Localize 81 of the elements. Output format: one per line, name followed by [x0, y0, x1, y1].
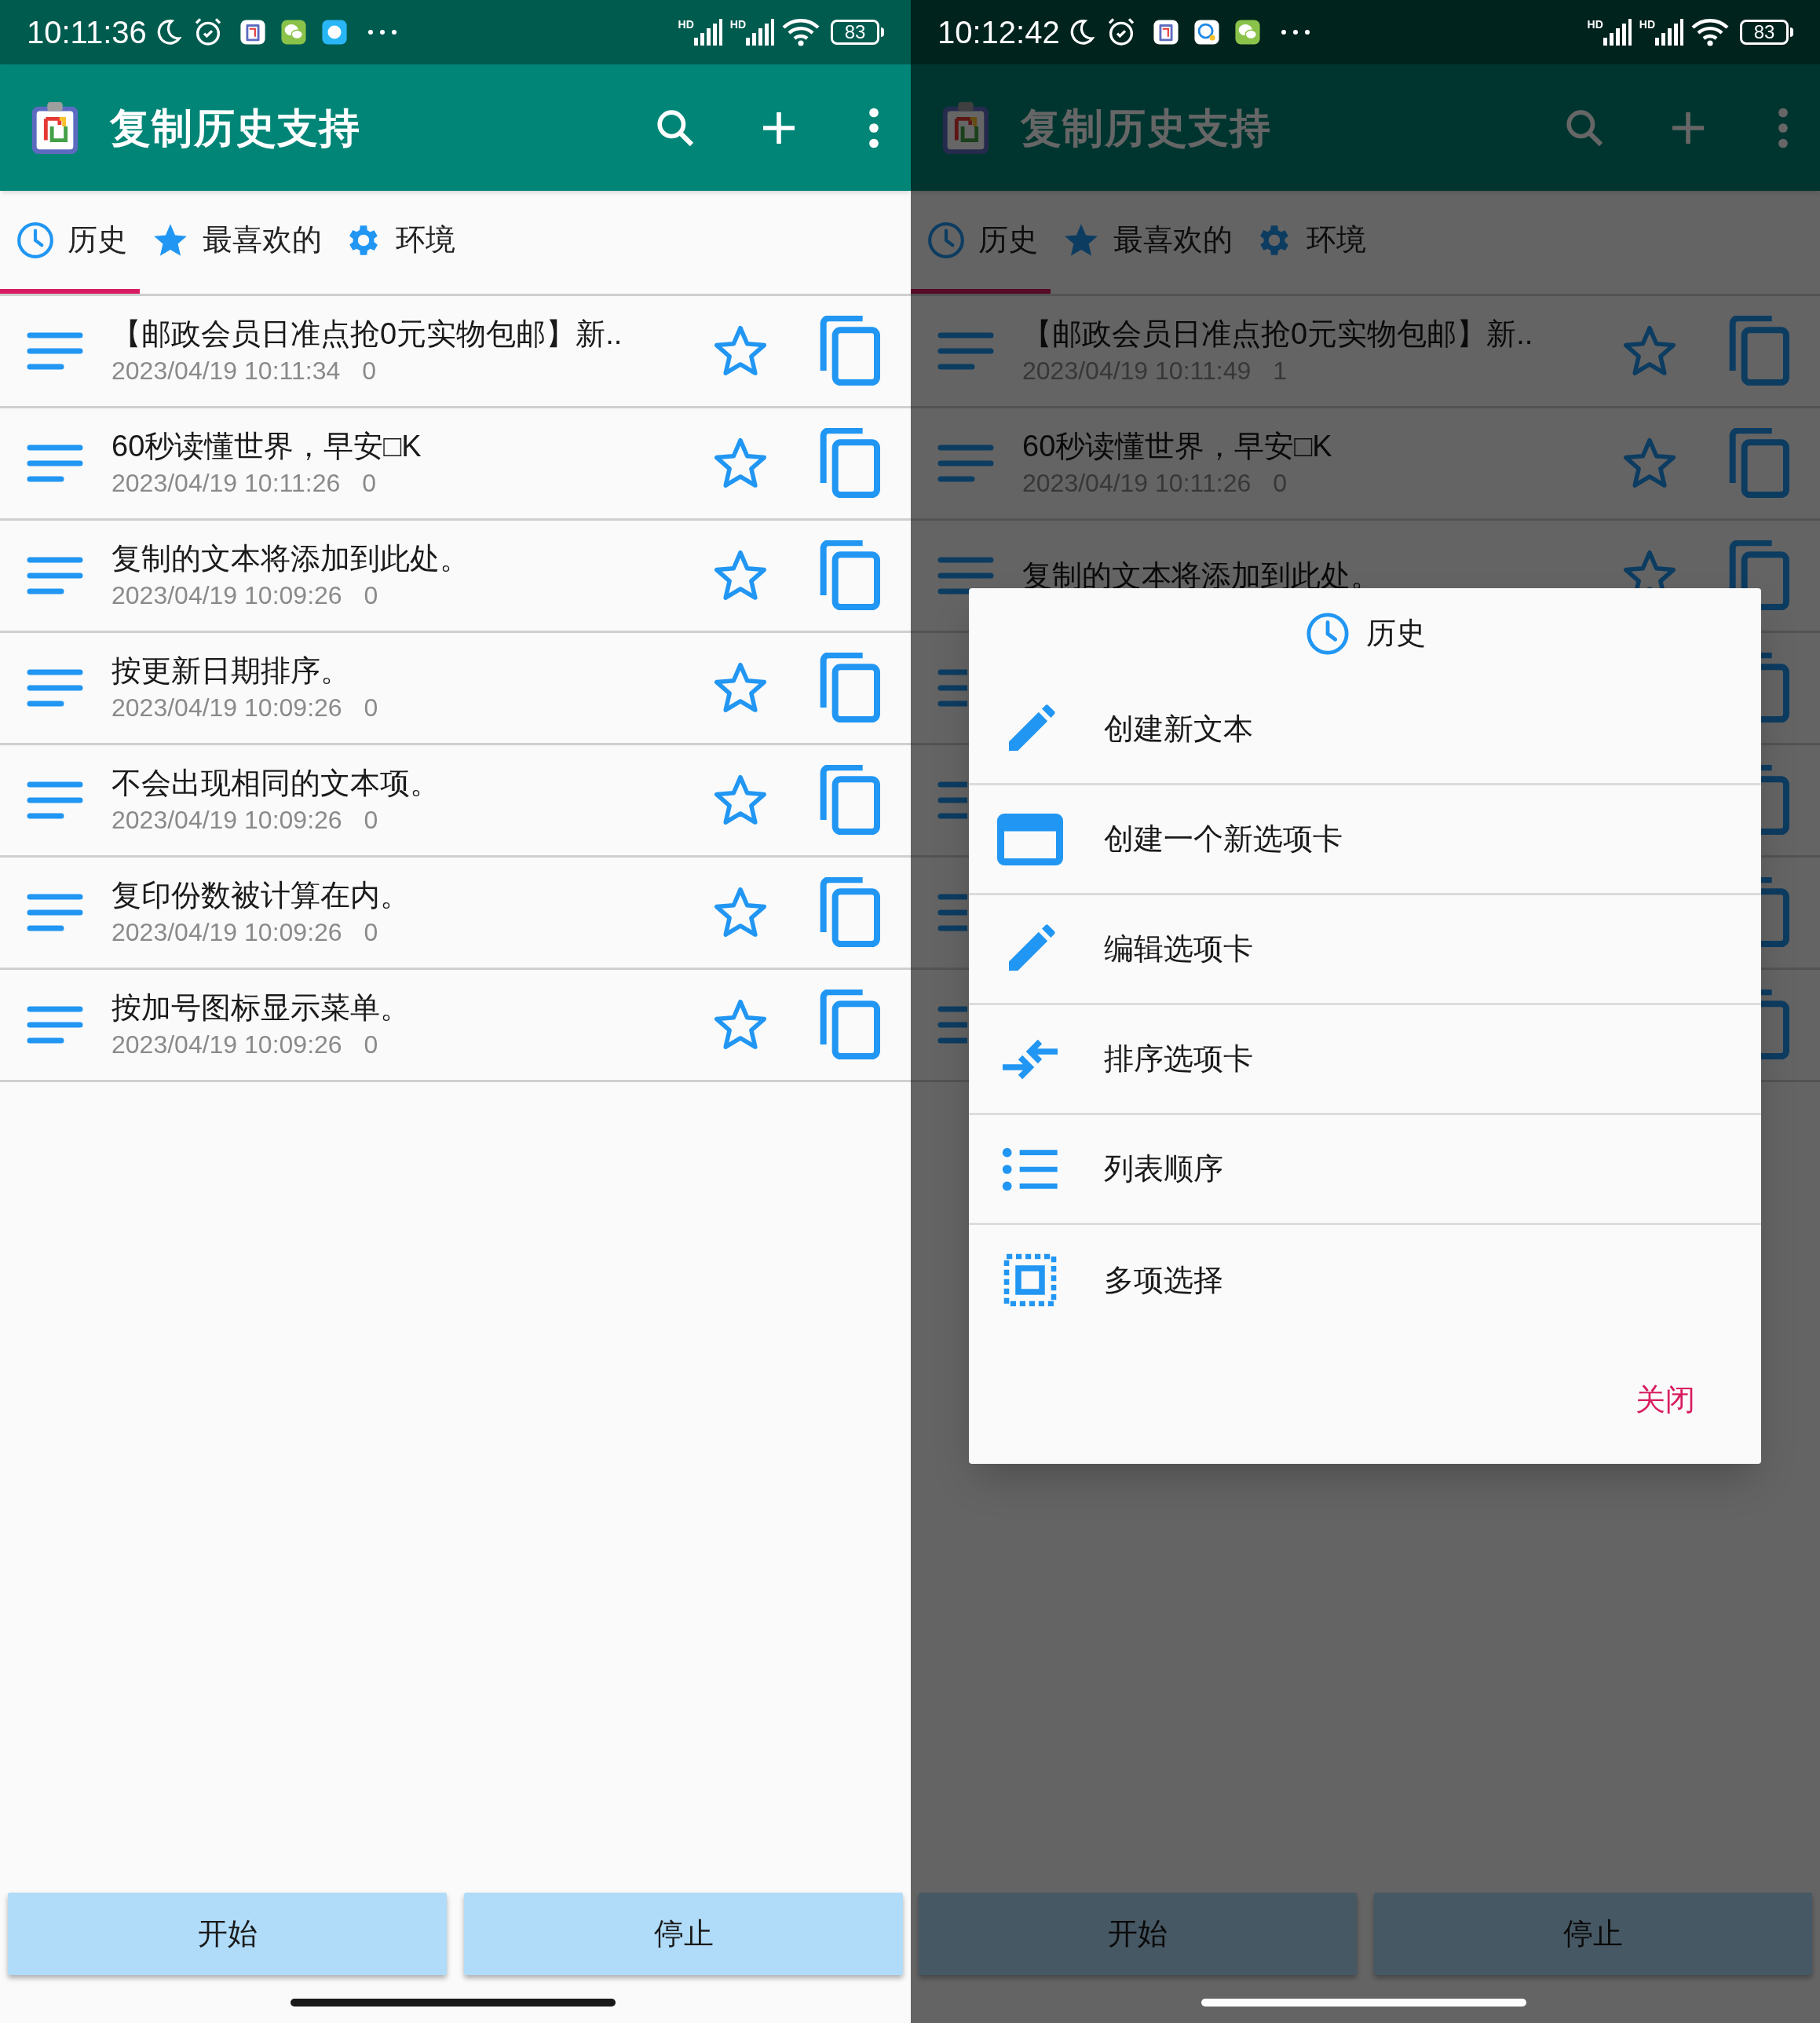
lines-icon	[27, 892, 83, 933]
lines-icon	[27, 331, 83, 371]
signal-icon	[1655, 19, 1683, 46]
chat-bubbles-icon	[280, 19, 307, 46]
signal-icon	[693, 19, 722, 46]
signal-icon	[746, 19, 774, 46]
close-button[interactable]: 关闭	[1632, 1377, 1698, 1422]
entry-timestamp: 2023/04/19 10:09:26	[111, 580, 342, 611]
chat-bubble-icon	[1193, 19, 1220, 46]
copy-count: 0	[364, 1030, 378, 1060]
copy-count: 0	[364, 580, 378, 611]
menu-item[interactable]: 多项选择	[969, 1225, 1761, 1335]
lines-icon	[937, 780, 967, 821]
more-dots-icon	[366, 28, 398, 36]
app-title: 复制历史支持	[1021, 104, 1272, 152]
copy-count: 0	[364, 805, 378, 836]
lines-icon	[27, 668, 83, 708]
copy-count: 0	[364, 917, 378, 948]
more-menu-icon[interactable]	[1778, 107, 1789, 148]
lines-icon	[27, 443, 83, 484]
app-title: 复制历史支持	[110, 104, 361, 152]
entry-text: 复印份数被计算在内。	[111, 878, 411, 913]
tab[interactable]: 环境	[333, 191, 466, 294]
menu-item[interactable]: 创建一个新选项卡	[969, 785, 1761, 895]
lines-icon	[27, 1004, 83, 1045]
network-label: HD	[678, 19, 694, 30]
lines-icon	[937, 668, 967, 708]
clipboard-logo-icon	[941, 100, 991, 155]
clock-icon	[926, 220, 966, 260]
clipboard-icon	[239, 19, 266, 46]
clock-icon	[16, 220, 55, 260]
signal-icon	[1603, 19, 1632, 46]
entry-timestamp: 2023/04/19 10:09:26	[111, 917, 342, 948]
copy-count: 0	[364, 693, 378, 723]
status-time: 10:12:42	[937, 14, 1060, 51]
entry-timestamp: 2023/04/19 10:09:26	[111, 805, 342, 836]
entry-text: 复制的文本将添加到此处。	[111, 541, 470, 576]
entry-text: 按更新日期排序。	[111, 653, 351, 689]
menu-item[interactable]: 列表顺序	[969, 1115, 1761, 1225]
clipboard-logo-icon	[30, 100, 80, 155]
wifi-icon	[1691, 18, 1729, 46]
copy-count: 0	[362, 468, 377, 499]
entry-text: 60秒读懂世界，早安□K	[111, 429, 422, 464]
network-label: HD	[1587, 19, 1603, 30]
clock-icon	[1304, 610, 1350, 657]
entry-timestamp: 2023/04/19 10:11:34	[111, 356, 341, 386]
chat-bubble-icon	[320, 19, 348, 46]
menu-item[interactable]: 编辑选项卡	[969, 895, 1761, 1005]
entry-timestamp: 2023/04/19 10:09:26	[111, 693, 342, 723]
dialog-title: 历史	[1365, 616, 1426, 651]
selection-icon	[1002, 1252, 1058, 1308]
status-time: 10:11:36	[27, 14, 147, 51]
entry-text: 不会出现相同的文本项。	[111, 766, 440, 801]
entry-text: 【邮政会员日准点抢0元实物包邮】新..	[1022, 316, 1534, 352]
lines-icon	[937, 331, 994, 371]
action-button[interactable]: 停止	[464, 1893, 903, 1975]
lines-icon	[27, 555, 83, 596]
network-label: HD	[729, 19, 746, 30]
lines-icon	[937, 892, 967, 933]
entry-text: 【邮政会员日准点抢0元实物包邮】新..	[111, 316, 623, 352]
entry-text: 按加号图标显示菜单。	[111, 990, 411, 1026]
menu-item[interactable]: 创建新文本	[969, 675, 1761, 785]
lines-icon	[27, 780, 83, 821]
lines-icon	[937, 443, 994, 484]
wifi-icon	[782, 18, 820, 46]
lines-icon	[937, 555, 994, 596]
tab[interactable]: 最喜欢的	[140, 191, 333, 294]
entry-text: 60秒读懂世界，早安□K	[1022, 429, 1333, 464]
entry-timestamp: 2023/04/19 10:11:26	[111, 468, 341, 499]
action-button[interactable]: 开始	[8, 1893, 447, 1975]
entry-timestamp: 2023/04/19 10:09:26	[111, 1030, 342, 1060]
copy-count: 0	[362, 356, 377, 386]
chat-bubbles-icon	[1233, 19, 1261, 46]
more-menu-icon[interactable]	[868, 107, 879, 148]
more-dots-icon	[1279, 28, 1311, 36]
network-label: HD	[1639, 19, 1655, 30]
copy-icon[interactable]	[1727, 540, 1790, 611]
menu-item[interactable]: 排序选项卡	[969, 1005, 1761, 1115]
lines-icon	[937, 1004, 967, 1045]
clipboard-icon	[1152, 19, 1179, 46]
tab[interactable]: 历史	[0, 191, 140, 294]
